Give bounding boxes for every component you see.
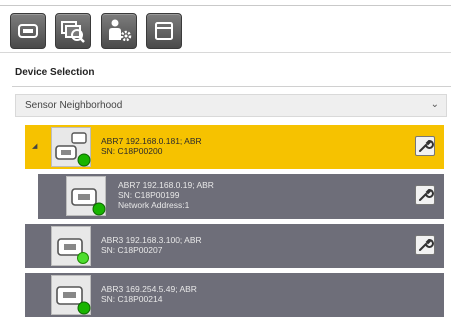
device-name-ip: ABR3 192.168.3.100; ABR: [101, 235, 202, 245]
user-settings-button[interactable]: [101, 13, 137, 49]
device-name-ip: ABR7 192.168.0.19; ABR: [118, 180, 214, 190]
window-button[interactable]: [146, 13, 182, 49]
neighborhood-dropdown[interactable]: Sensor Neighborhood ⌄: [15, 94, 447, 117]
device-thumbnail: [51, 127, 91, 167]
device-serial: SN: C18P00207: [101, 245, 163, 255]
device-serial: SN: C18P00214: [101, 294, 163, 304]
toolbar-divider: [0, 52, 451, 53]
device-name-ip: ABR7 192.168.0.181; ABR: [101, 136, 202, 146]
device-serial: SN: C18P00199: [118, 190, 180, 200]
search-refresh-icon: [61, 21, 85, 43]
device-info: ABR3 192.168.3.100; ABR SN: C18P00207: [101, 235, 202, 255]
device-row[interactable]: ◢ ABR7 192.168.0.181; ABR SN: C18P00200: [25, 125, 444, 169]
device-name-ip: ABR3 169.254.5.49; ABR: [101, 284, 197, 294]
expand-arrow-icon[interactable]: ◢: [32, 142, 37, 150]
device-row[interactable]: ABR7 192.168.0.19; ABR SN: C18P00199 Net…: [38, 174, 444, 219]
device-info: ABR7 192.168.0.181; ABR SN: C18P00200: [101, 136, 202, 156]
device-info: ABR3 169.254.5.49; ABR SN: C18P00214: [101, 284, 197, 304]
device-thumbnail: [51, 275, 91, 315]
device-thumbnail: [51, 226, 91, 266]
wrench-icon: [419, 140, 434, 152]
chevron-down-icon: ⌄: [430, 99, 439, 110]
device-info: ABR7 192.168.0.19; ABR SN: C18P00199 Net…: [118, 180, 214, 210]
section-title: Device Selection: [15, 67, 95, 78]
settings-button[interactable]: [415, 185, 435, 205]
device-icon: [18, 24, 38, 38]
device-row[interactable]: ABR3 169.254.5.49; ABR SN: C18P00214: [25, 273, 444, 317]
user-settings-icon: [109, 19, 132, 42]
top-border: [0, 5, 451, 6]
wrench-icon: [419, 189, 434, 201]
toolbar: [10, 13, 435, 51]
device-button[interactable]: [10, 13, 46, 49]
wrench-icon: [419, 239, 434, 251]
settings-button[interactable]: [415, 235, 435, 255]
window-icon: [155, 22, 173, 40]
device-row[interactable]: ABR3 192.168.3.100; ABR SN: C18P00207: [25, 224, 444, 268]
section-divider: [12, 86, 451, 87]
dropdown-selected-value: Sensor Neighborhood: [25, 100, 123, 111]
search-button[interactable]: [55, 13, 91, 49]
device-icon: [71, 188, 106, 216]
device-icon: [57, 238, 89, 264]
device-icon: [55, 132, 91, 167]
device-network-address: Network Address:1: [118, 200, 190, 210]
device-serial: SN: C18P00200: [101, 146, 163, 156]
settings-button[interactable]: [415, 136, 435, 156]
device-thumbnail: [66, 176, 106, 216]
device-icon: [56, 286, 91, 315]
